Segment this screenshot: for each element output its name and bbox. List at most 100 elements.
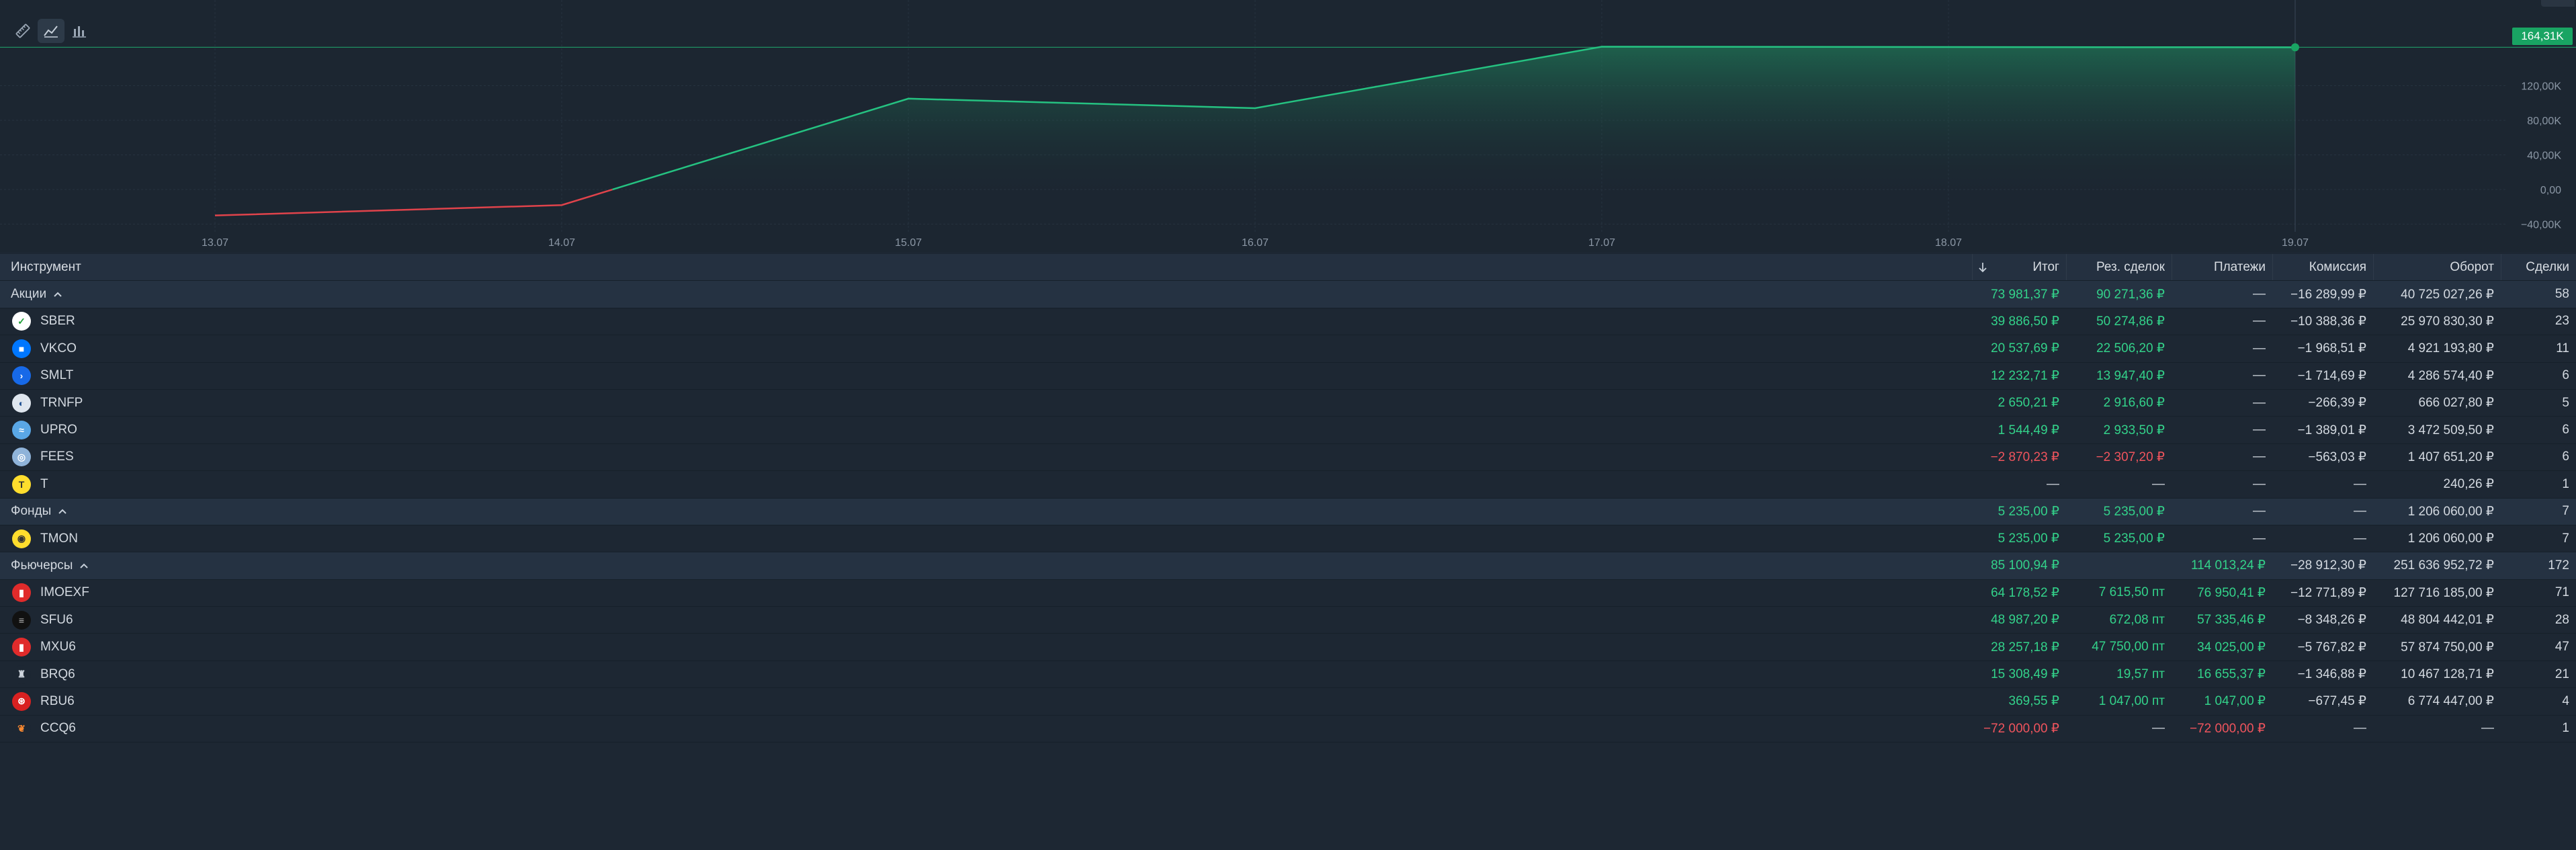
cell-total: 85 100,94 ₽ (1991, 558, 2059, 573)
table-group-row[interactable]: Фонды 5 235,00 ₽ 5 235,00 ₽ — — 1 206 060,00 … (0, 498, 2576, 525)
column-header-turnover[interactable]: Оборот (2373, 254, 2501, 281)
chevron-up-icon[interactable] (58, 508, 67, 515)
x-axis-ticks: 13.07 14.07 15.07 16.07 17.07 18.07 19.07 (202, 237, 2309, 249)
table-row[interactable]: ≡ SFU6 48 987,20 ₽ 672,08 пт 57 335,46 ₽ −8 3… (0, 607, 2576, 634)
cell-payments: — (2253, 423, 2266, 437)
cell-deals: 28 (2554, 612, 2569, 627)
cell-deals: 71 (2554, 585, 2569, 600)
table-row[interactable]: ▮ IMOEXF 64 178,52 ₽ 7 615,50 пт 76 950,41 ₽… (0, 579, 2576, 607)
cell-turnover: — (2481, 721, 2494, 736)
cell-deals-result: 13 947,40 ₽ (2096, 368, 2165, 383)
ticker-label: TRNFP (40, 395, 83, 410)
table-row[interactable]: ◐ TRNFP 2 650,21 ₽ 2 916,60 ₽ — −266,39 ₽ 666 … (0, 389, 2576, 417)
y-tick-label: −40,00K (2521, 220, 2561, 231)
table-body: Акции 73 981,37 ₽ 90 271,36 ₽ — −16 289,99 ₽… (0, 281, 2576, 743)
ticker-label: IMOEXF (40, 585, 89, 600)
cell-total: 15 308,49 ₽ (1991, 667, 2059, 682)
pnl-chart-panel[interactable]: −40,00K 0,00 40,00K 80,00K 120,00K 13.07 14.0… (0, 0, 2576, 252)
ruler-tool-button[interactable] (9, 19, 36, 43)
cell-commission: −10 388,36 ₽ (2290, 314, 2366, 329)
cell-turnover: 4 286 574,40 ₽ (2407, 368, 2494, 383)
table-row[interactable]: ⊛ RBU6 369,55 ₽ 1 047,00 пт 1 047,00 ₽ −677,4… (0, 688, 2576, 716)
cell-commission: −8 348,26 ₽ (2297, 613, 2366, 628)
cell-commission: −1 968,51 ₽ (2297, 341, 2366, 356)
cell-commission: −16 289,99 ₽ (2290, 287, 2366, 302)
cell-commission: −1 714,69 ₽ (2297, 368, 2366, 383)
x-tick-label: 19.07 (2282, 237, 2309, 249)
cell-payments: — (2253, 531, 2266, 546)
trnfp-logo-icon: ◐ (12, 393, 31, 413)
cell-payments: — (2253, 314, 2266, 329)
panel-corner-handle[interactable] (2541, 0, 2575, 7)
table-row[interactable]: ▮ MXU6 28 257,18 ₽ 47 750,00 пт 34 025,00 ₽ −… (0, 634, 2576, 661)
table-group-row[interactable]: Акции 73 981,37 ₽ 90 271,36 ₽ — −16 289,99 ₽… (0, 281, 2576, 308)
cell-deals: 6 (2562, 368, 2569, 383)
table-row[interactable]: ≈ UPRO 1 544,49 ₽ 2 933,50 ₽ — −1 389,01 ₽ 3 4… (0, 417, 2576, 444)
cell-deals-result: 7 615,50 пт (2098, 585, 2165, 600)
column-header-instrument[interactable]: Инструмент (0, 254, 538, 280)
cell-total: 48 987,20 ₽ (1991, 613, 2059, 628)
group-name-cell[interactable]: Фонды (0, 499, 538, 525)
cell-deals: 1 (2562, 721, 2569, 736)
ticker-label: BRQ6 (40, 667, 75, 681)
cell-deals-result: 5 235,00 ₽ (2103, 532, 2165, 546)
table-row[interactable]: › SMLT 12 232,71 ₽ 13 947,40 ₽ — −1 714,69 ₽ 4… (0, 362, 2576, 390)
cell-deals: 47 (2554, 640, 2569, 654)
chevron-up-icon[interactable] (79, 562, 89, 569)
table-row[interactable]: ♜ BRQ6 15 308,49 ₽ 19,57 пт 16 655,37 ₽ −1 34… (0, 661, 2576, 689)
table-row[interactable]: T T — — — — 240,26 ₽ 1 (0, 471, 2576, 499)
group-label: Акции (11, 287, 47, 302)
cell-payments: 76 950,41 ₽ (2197, 585, 2266, 600)
cell-deals-result: 47 750,00 пт (2092, 640, 2165, 654)
cell-turnover: 48 804 442,01 ₽ (2401, 613, 2494, 628)
bar-chart-toggle[interactable] (66, 19, 93, 43)
table-row[interactable]: ■ VKCO 20 537,69 ₽ 22 506,20 ₽ — −1 968,51 ₽ 4… (0, 335, 2576, 363)
ticker-label: VKCO (40, 341, 77, 355)
sber-logo-icon: ✓ (12, 312, 31, 331)
cell-commission: −28 912,30 ₽ (2290, 558, 2366, 573)
instrument-cell: ◉ TMON (0, 525, 538, 552)
line-chart-icon (43, 24, 59, 38)
line-chart-toggle[interactable] (38, 19, 65, 43)
instrument-cell: ❦ CCQ6 (0, 716, 538, 742)
cell-payments: — (2253, 341, 2266, 355)
group-name-cell[interactable]: Акции (0, 281, 538, 307)
cell-deals-result: 672,08 пт (2109, 612, 2165, 627)
y-tick-label: 120,00K (2521, 81, 2561, 92)
cell-deals: 5 (2562, 395, 2569, 410)
column-header-payments[interactable]: Платежи (2172, 254, 2272, 281)
cell-total: 64 178,52 ₽ (1991, 585, 2059, 600)
cell-deals: 23 (2554, 314, 2569, 329)
ticker-label: CCQ6 (40, 721, 76, 736)
ticker-label: SFU6 (40, 612, 73, 627)
cell-deals: 6 (2562, 423, 2569, 437)
table-row[interactable]: ◎ FEES −2 870,23 ₽ −2 307,20 ₽ — −563,03 ₽ 1 4… (0, 443, 2576, 472)
cell-payments: — (2253, 368, 2266, 383)
chevron-up-icon[interactable] (53, 291, 62, 298)
instrument-cell: ◎ FEES (0, 444, 538, 470)
cell-turnover: 25 970 830,30 ₽ (2401, 314, 2494, 329)
column-header-commission[interactable]: Комиссия (2272, 254, 2373, 281)
table-group-row[interactable]: Фьючерсы 85 100,94 ₽ 114 013,24 ₽ −28 912,3… (0, 552, 2576, 580)
cell-turnover: 1 407 651,20 ₽ (2407, 450, 2494, 464)
cell-deals: 1 (2562, 476, 2569, 491)
ccq6-logo-icon: ❦ (12, 719, 31, 738)
group-name-cell[interactable]: Фьючерсы (0, 552, 538, 579)
column-header-turnover-label: Оборот (2450, 259, 2494, 274)
series-area-fill (612, 46, 2295, 204)
brq6-logo-icon: ♜ (12, 665, 31, 684)
cell-deals: 58 (2554, 287, 2569, 302)
group-label: Фонды (11, 504, 52, 519)
cell-deals: 4 (2562, 693, 2569, 708)
table-row[interactable]: ◉ TMON 5 235,00 ₽ 5 235,00 ₽ — — 1 206 060,00 … (0, 525, 2576, 553)
table-row[interactable]: ❦ CCQ6 −72 000,00 ₽ — −72 000,00 ₽ — — 1 (0, 715, 2576, 743)
table-row[interactable]: ✓ SBER 39 886,50 ₽ 50 274,86 ₽ — −10 388,36 ₽… (0, 308, 2576, 336)
cell-payments: 16 655,37 ₽ (2197, 667, 2266, 682)
column-header-total[interactable]: Итог (1972, 254, 2066, 281)
cell-turnover: 666 027,80 ₽ (2418, 396, 2494, 411)
column-header-payments-label: Платежи (2213, 259, 2266, 274)
column-header-deals[interactable]: Сделки (2501, 254, 2576, 281)
column-header-deals-result[interactable]: Рез. сделок (2066, 254, 2172, 281)
rbu6-logo-icon: ⊛ (12, 691, 31, 711)
pnl-chart[interactable]: −40,00K 0,00 40,00K 80,00K 120,00K 13.07 14.0… (0, 0, 2576, 252)
